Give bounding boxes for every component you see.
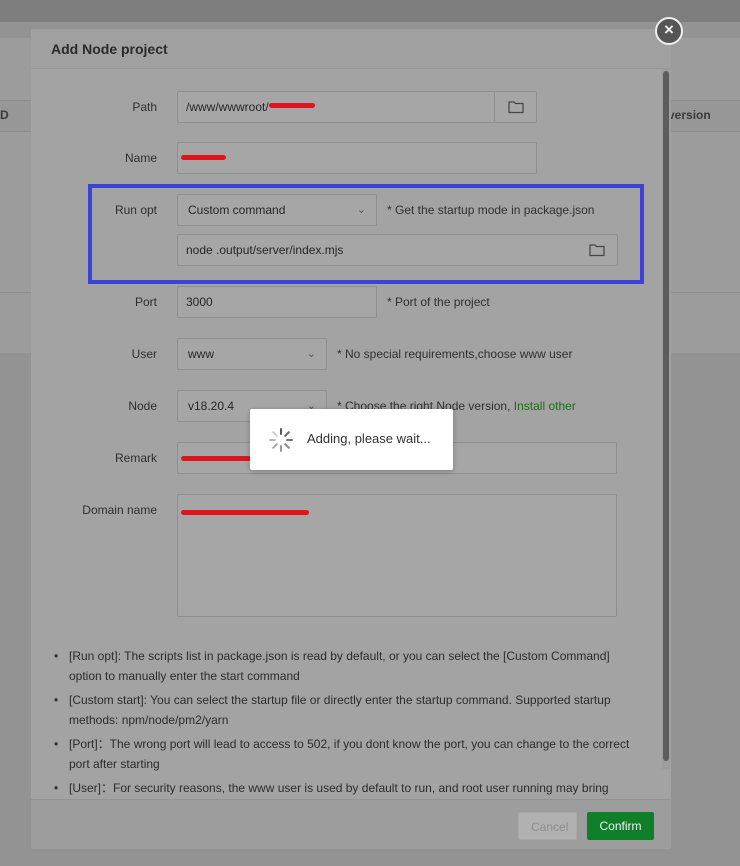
user-select[interactable]: www ⌄ — [177, 338, 327, 370]
redaction-mark — [269, 103, 315, 108]
path-input[interactable]: /www/wwwroot/ — [177, 91, 495, 123]
dialog-title: Add Node project — [51, 41, 168, 57]
name-row: Name — [31, 142, 671, 174]
path-browse-button[interactable] — [495, 91, 537, 123]
remark-label: Remark — [114, 451, 157, 465]
scrollbar-thumb[interactable] — [663, 71, 669, 761]
redaction-mark — [181, 456, 251, 461]
loading-text: Adding, please wait... — [307, 431, 431, 446]
path-label: Path — [132, 100, 157, 114]
user-hint: * No special requirements,choose www use… — [337, 347, 573, 361]
name-input[interactable] — [177, 142, 537, 174]
redaction-mark — [181, 510, 309, 515]
dialog-header: Add Node project — [31, 29, 671, 69]
annotation-highlight-box — [88, 184, 644, 284]
domain-row: Domain name — [31, 494, 671, 617]
install-other-link[interactable]: Install other — [514, 399, 576, 413]
port-hint: * Port of the project — [387, 295, 490, 309]
chevron-down-icon: ⌄ — [306, 348, 316, 360]
node-selected: v18.20.4 — [188, 399, 235, 413]
user-row: User www ⌄ * No special requirements,cho… — [31, 338, 671, 370]
loading-toast: Adding, please wait... — [250, 409, 453, 470]
close-icon[interactable]: × — [655, 17, 683, 45]
user-label: User — [131, 347, 157, 361]
dialog-footer: Cancel Confirm — [31, 799, 671, 849]
port-value: 3000 — [186, 295, 213, 309]
help-notes: [Run opt]: The scripts list in package.j… — [53, 646, 638, 802]
background-column-header-version: version — [668, 108, 711, 122]
note-item: [User]：For security reasons, the www use… — [53, 778, 638, 798]
port-label: Port — [134, 295, 157, 309]
folder-icon — [507, 101, 524, 114]
redaction-mark — [181, 155, 226, 160]
port-row: Port 3000 * Port of the project — [31, 286, 671, 318]
background-topbar — [0, 0, 740, 22]
domain-label: Domain name — [82, 503, 157, 517]
background-column-header: D — [0, 108, 9, 122]
name-label: Name — [124, 151, 157, 165]
note-item: [Run opt]: The scripts list in package.j… — [53, 646, 638, 686]
port-input[interactable]: 3000 — [177, 286, 377, 318]
path-row: Path /www/wwwroot/ — [31, 91, 671, 123]
loading-spinner-icon — [269, 428, 293, 452]
note-item: [Custom start]: You can select the start… — [53, 690, 638, 730]
confirm-button[interactable]: Confirm — [587, 812, 654, 840]
node-label: Node — [128, 399, 157, 413]
dialog-scrollbar[interactable] — [662, 69, 670, 769]
user-selected: www — [188, 347, 214, 361]
note-item: [Port]：The wrong port will lead to acces… — [53, 734, 638, 774]
path-value: /www/wwwroot/ — [186, 100, 269, 114]
cancel-button[interactable]: Cancel — [518, 812, 577, 840]
